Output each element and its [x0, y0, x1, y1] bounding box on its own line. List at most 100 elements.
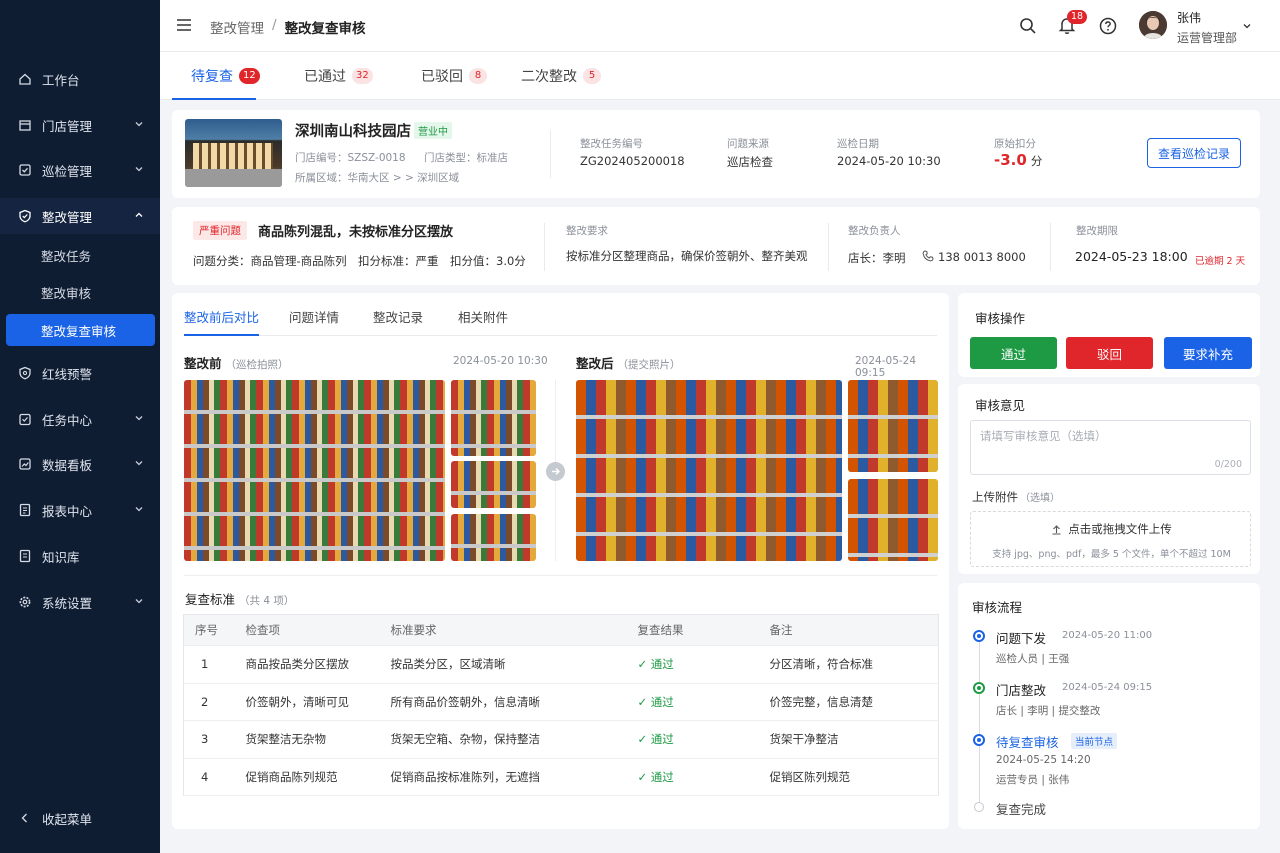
avatar[interactable] [1139, 11, 1167, 39]
tab-approved[interactable]: 已通过 32 [304, 52, 373, 100]
after-photo-thumb[interactable] [848, 380, 938, 472]
view-inspection-button[interactable]: 查看巡检记录 [1147, 138, 1241, 168]
search-icon[interactable] [1019, 17, 1037, 35]
tab-rejected[interactable]: 已驳回 8 [421, 52, 487, 100]
sidebar-item-label: 知识库 [42, 549, 80, 565]
breadcrumb-parent[interactable]: 整改管理 [210, 17, 264, 37]
table-row: 4 促销商品陈列规范 促销商品按标准陈列，无遮挡 ✓︎ 通过 促销区陈列规范 [183, 758, 939, 796]
arrow-right-icon [546, 462, 565, 481]
sidebar-subitem-recheck-review[interactable]: 整改复查审核 [6, 314, 155, 346]
chevron-down-icon [135, 122, 143, 127]
tab-issue-detail[interactable]: 问题详情 [289, 307, 339, 326]
store-type-value: 标准店 [476, 152, 509, 164]
sidebar-item-settings[interactable]: 系统设置 [0, 584, 160, 620]
table-row: 1 商品按品类分区摆放 按品类分区，区域清晰 ✓︎ 通过 分区清晰，符合标准 [183, 645, 939, 684]
checkbox-icon [18, 163, 32, 177]
sidebar-item-rectification[interactable]: 整改管理 [0, 198, 160, 234]
chevron-down-icon[interactable] [1242, 21, 1252, 31]
sidebar-item-label: 红线预警 [42, 366, 93, 382]
overdue-badge: 已逾期 2 天 [1195, 256, 1246, 267]
user-info[interactable]: 张伟 运营管理部 [1177, 9, 1237, 46]
help-icon[interactable] [1099, 17, 1117, 35]
sidebar-item-tasks[interactable]: 任务中心 [0, 401, 160, 437]
issue-standard: 扣分标准：严重 [358, 254, 439, 268]
sidebar-item-label: 任务中心 [42, 412, 93, 428]
tab-pending[interactable]: 待复查 12 [191, 52, 260, 100]
flow-step-meta: 运营专员 | 张伟 [996, 774, 1070, 786]
sidebar-subitem-label: 整改任务 [41, 248, 92, 264]
sidebar-item-label: 系统设置 [42, 595, 93, 611]
approve-button[interactable]: 通过 [970, 337, 1057, 369]
cell-note: 货架干净整洁 [769, 720, 939, 759]
menu-icon[interactable] [176, 18, 192, 32]
after-photo-main[interactable] [576, 380, 842, 561]
deduct-value: -3.0 分 [994, 151, 1042, 169]
cell-note: 促销区陈列规范 [769, 758, 939, 796]
cell-note: 分区清晰，符合标准 [769, 645, 939, 684]
cell-item: 货架整洁无杂物 [245, 720, 391, 759]
opinion-placeholder: 请填写审核意见（选填） [980, 429, 1107, 443]
reject-button[interactable]: 驳回 [1066, 337, 1153, 369]
sidebar-item-dashboard[interactable]: 数据看板 [0, 446, 160, 482]
collapse-menu-label: 收起菜单 [42, 811, 93, 827]
upload-dropzone[interactable]: 点击或拖拽文件上传 支持 jpg、png、pdf，最多 5 个文件，单个不超过 … [970, 511, 1251, 567]
upload-text: 点击或拖拽文件上传 [1068, 522, 1172, 536]
after-photo-thumb[interactable] [848, 479, 938, 561]
store-region-label: 所属区域： [295, 172, 348, 184]
task-icon [18, 412, 32, 426]
sidebar-item-label: 整改管理 [42, 209, 93, 225]
flow-step-dot [973, 734, 985, 746]
sidebar-subitem-review[interactable]: 整改审核 [0, 276, 160, 308]
flow-step-extra: 提交整改 [1058, 705, 1101, 717]
notification-button[interactable]: 18 [1058, 10, 1088, 36]
task-no-value: ZG202405200018 [580, 154, 685, 168]
home-icon [18, 72, 32, 86]
deduct-label: 原始扣分 [994, 138, 1036, 150]
upload-icon [1052, 524, 1061, 535]
sidebar-item-label: 数据看板 [42, 457, 93, 473]
tab-compare[interactable]: 整改前后对比 [184, 307, 259, 326]
flow-step-dot [973, 630, 985, 642]
col-header: 序号 [183, 614, 246, 646]
cell-note: 价签完整，信息清楚 [769, 683, 939, 721]
sidebar-item-store[interactable]: 门店管理 [0, 107, 160, 143]
collapse-menu-button[interactable]: 收起菜单 [0, 800, 160, 836]
cell-req: 按品类分区，区域清晰 [390, 645, 638, 684]
owner-value: 店长：李明 [848, 251, 906, 265]
tab-count-badge: 32 [352, 68, 373, 84]
upload-optional: （选填） [1020, 493, 1060, 504]
tab-second-rectify[interactable]: 二次整改 5 [521, 52, 601, 100]
breadcrumb-separator: / [272, 17, 277, 33]
col-header: 标准要求 [390, 614, 638, 646]
sidebar-item-workbench[interactable]: 工作台 [0, 61, 160, 97]
sidebar-subitem-label: 整改审核 [41, 285, 92, 301]
request-supplement-button[interactable]: 要求补充 [1164, 337, 1252, 369]
gear-icon [18, 595, 32, 609]
sidebar-item-reports[interactable]: 报表中心 [0, 492, 160, 528]
tab-attachments[interactable]: 相关附件 [458, 307, 508, 326]
opinion-char-count: 0/200 [1214, 459, 1242, 470]
sidebar-subitem-tasks[interactable]: 整改任务 [0, 239, 160, 271]
sidebar-item-redline[interactable]: 红线预警 [0, 355, 160, 391]
cell-no: 1 [183, 645, 246, 684]
criteria-table: 序号 检查项 标准要求 复查结果 备注 1 商品按品类分区摆放 按品类分区，区域… [183, 614, 939, 796]
opinion-textarea[interactable]: 请填写审核意见（选填） 0/200 [970, 420, 1251, 475]
sidebar-item-label: 工作台 [42, 72, 80, 88]
tab-rectify-record[interactable]: 整改记录 [373, 307, 423, 326]
review-opinion-card: 审核意见 请填写审核意见（选填） 0/200 上传附件 （选填） 点击或拖拽文件… [958, 384, 1260, 574]
check-circle-icon: ✓︎ [637, 732, 648, 747]
table-header-row: 序号 检查项 标准要求 复查结果 备注 [183, 614, 939, 646]
cell-result: ✓︎ 通过 [637, 758, 770, 796]
before-photo-main[interactable] [184, 380, 445, 561]
chevron-up-icon [135, 212, 143, 217]
result-text: 通过 [650, 657, 674, 672]
before-photo-thumb[interactable] [451, 461, 536, 508]
sidebar-item-knowledge[interactable]: 知识库 [0, 538, 160, 574]
breadcrumb: 整改管理 / 整改复查审核 [210, 17, 366, 37]
flow-step-time: 2024-05-25 14:20 [996, 754, 1091, 766]
deduct-score: -3.0 [994, 151, 1027, 169]
before-photo-thumb[interactable] [451, 514, 536, 561]
before-photo-thumb[interactable] [451, 380, 536, 456]
sidebar-item-inspection[interactable]: 巡检管理 [0, 152, 160, 188]
owner-phone[interactable]: 138 0013 8000 [938, 250, 1026, 264]
